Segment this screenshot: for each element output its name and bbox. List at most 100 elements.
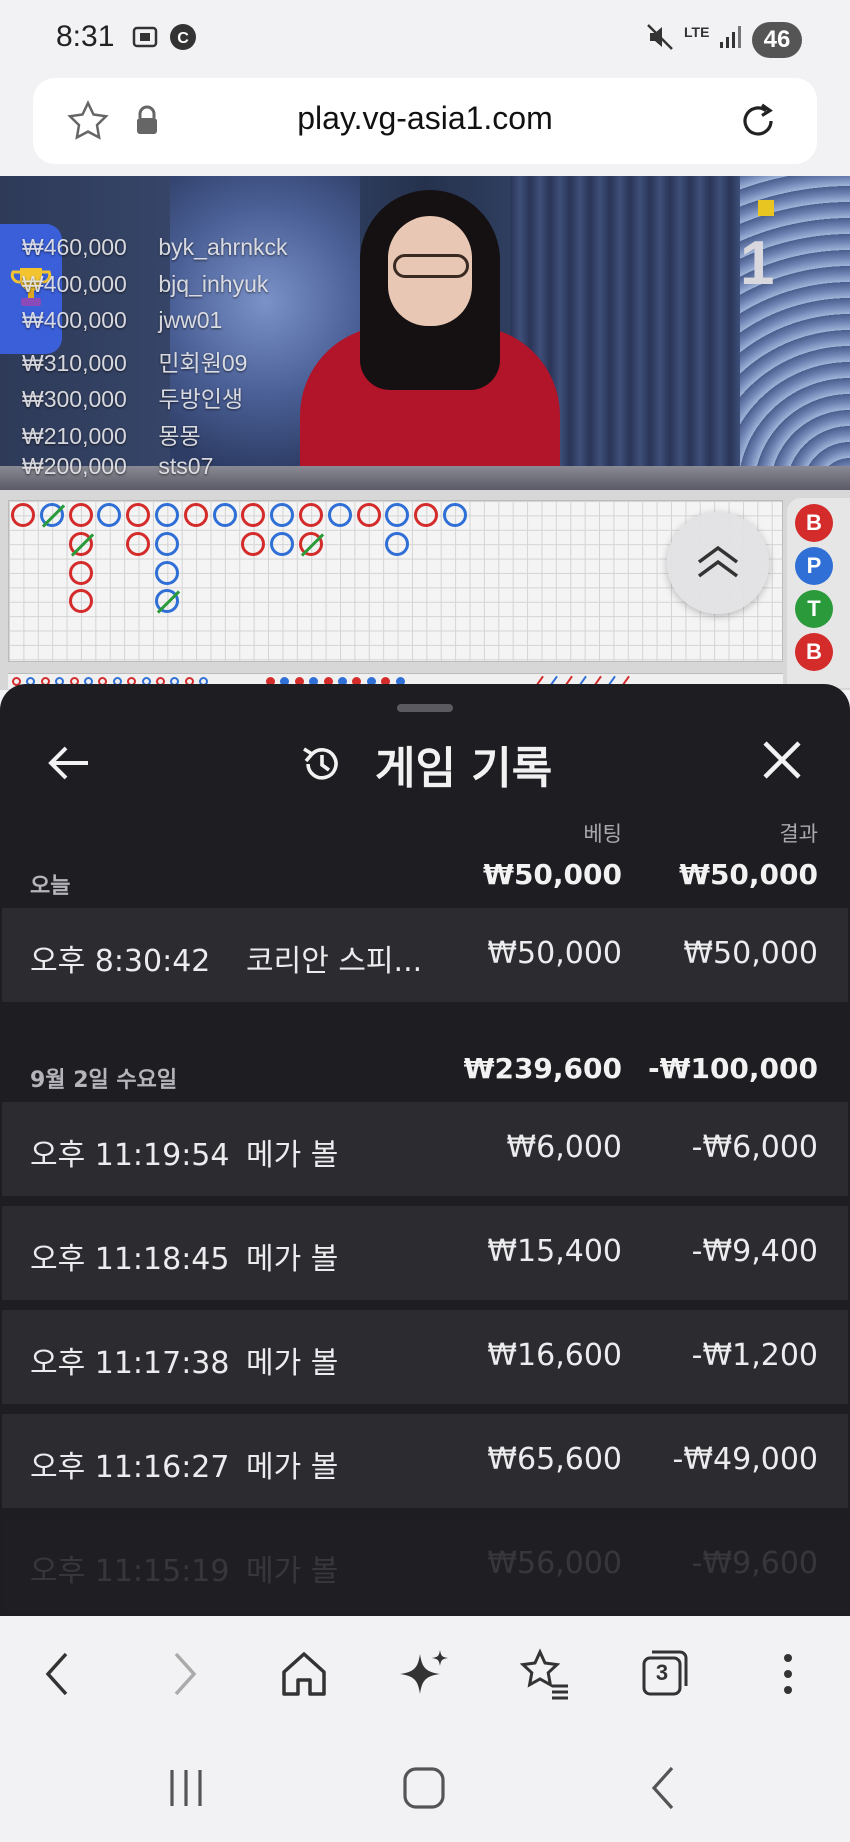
column-header-result: 결과	[779, 822, 818, 846]
row-result: -₩9,400	[691, 1234, 818, 1269]
group-result-total: ₩50,000	[679, 858, 818, 891]
winner-amount: ₩300,000	[22, 386, 127, 412]
player-bead	[155, 531, 179, 556]
history-row[interactable]: 오후 11:16:27 메가 볼 ₩65,600 -₩49,000	[2, 1414, 848, 1508]
row-time: 오후 11:16:27	[30, 1450, 230, 1485]
history-row[interactable]: 오후 8:30:42 코리안 스피... ₩50,000 ₩50,000	[2, 908, 848, 1002]
banker-bead	[68, 560, 93, 585]
banker-bead	[126, 503, 151, 527]
winner-amount: ₩200,000	[22, 453, 127, 479]
home-icon[interactable]	[276, 1646, 332, 1702]
row-time: 오후 11:17:38	[30, 1346, 230, 1381]
system-navigation-bar	[0, 1734, 850, 1842]
winner-amount: ₩460,000	[22, 234, 127, 260]
banker-bead	[126, 531, 151, 556]
row-result: -₩6,000	[691, 1130, 818, 1165]
row-game: 메가 볼	[246, 1138, 339, 1173]
row-bet: ₩15,400	[487, 1234, 622, 1269]
group-bet-total: ₩239,600	[463, 1052, 622, 1085]
winner-user: jww01	[158, 307, 223, 333]
back-nav-icon[interactable]	[636, 1760, 692, 1816]
row-result: ₩50,000	[683, 936, 818, 971]
row-game: 메가 볼	[246, 1242, 339, 1277]
winner-user: 민회원09	[158, 349, 248, 376]
history-row[interactable]: 오후 11:18:45 메가 볼 ₩15,400 -₩9,400	[2, 1206, 848, 1300]
mute-icon	[647, 24, 673, 50]
address-bar[interactable]: play.vg-asia1.com	[33, 78, 817, 164]
date-group-header: 9월 2일 수요일 ₩239,600 -₩100,000	[0, 1044, 850, 1100]
history-row[interactable]: 오후 11:17:38 메가 볼 ₩16,600 -₩1,200	[2, 1310, 848, 1404]
column-header-bet: 베팅	[583, 822, 622, 846]
sheet-title-text: 게임 기록	[375, 743, 553, 794]
banker-chip: B	[795, 504, 833, 542]
banker-chip: B	[795, 633, 833, 671]
row-bet: ₩65,600	[487, 1442, 622, 1477]
group-bet-total: ₩50,000	[483, 858, 622, 891]
svg-text:C: C	[177, 30, 189, 47]
recent-apps-icon[interactable]	[158, 1760, 214, 1816]
history-row[interactable]: 오후 11:15:19 메가 볼 ₩56,000 -₩9,600	[2, 1518, 848, 1612]
row-bet: ₩56,000	[487, 1546, 622, 1581]
network-type: LTE	[684, 24, 710, 40]
bet-history-chips: B P T B	[787, 498, 850, 688]
player-bead	[443, 503, 467, 527]
row-bet: ₩6,000	[506, 1130, 622, 1165]
game-history-sheet: 게임 기록 베팅 결과 오늘 ₩50,000 ₩50,000 오후 8:30:4…	[0, 684, 850, 1616]
big-road-grid	[8, 500, 783, 662]
winner-row: ₩460,000 byk_ahrnkck	[22, 234, 288, 271]
row-time: 오후 11:15:19	[30, 1554, 230, 1589]
date-label: 오늘	[30, 874, 71, 899]
winner-user: bjq_inhyuk	[158, 270, 269, 297]
banker-bead	[68, 589, 93, 614]
winner-row: ₩200,000 sts07	[22, 453, 288, 490]
collapse-roadmap-button[interactable]	[667, 512, 769, 614]
player-bead	[155, 560, 179, 585]
row-game: 메가 볼	[246, 1554, 339, 1589]
forward-icon[interactable]	[156, 1646, 212, 1702]
player-bead	[270, 503, 295, 527]
player-chip: P	[795, 547, 833, 585]
battery-indicator: 46	[752, 22, 802, 58]
close-icon[interactable]	[756, 734, 808, 786]
winner-row: ₩210,000 몽몽	[22, 417, 288, 454]
winners-list: ₩460,000 byk_ahrnkck ₩400,000 bjq_inhyuk…	[22, 234, 288, 490]
double-chevron-up-icon	[697, 545, 739, 578]
history-icon	[302, 747, 338, 780]
sheet-title: 게임 기록	[0, 732, 850, 796]
bookmarks-icon[interactable]	[516, 1646, 572, 1702]
group-result-total: -₩100,000	[647, 1052, 818, 1085]
row-bet: ₩16,600	[487, 1338, 622, 1373]
winner-user: 두방인생	[158, 386, 244, 412]
player-bead	[385, 531, 410, 556]
winner-row: ₩400,000 jww01	[22, 307, 288, 344]
player-bead	[385, 503, 410, 527]
row-time: 오후 11:19:54	[30, 1138, 230, 1173]
c-app-icon: C	[170, 24, 196, 50]
back-icon[interactable]	[30, 1646, 86, 1702]
screenshot-icon	[132, 26, 158, 48]
sheet-drag-handle[interactable]	[397, 704, 453, 712]
more-menu-icon[interactable]	[760, 1646, 816, 1702]
round-flag-icon	[758, 200, 774, 216]
winner-row: ₩400,000 bjq_inhyuk	[22, 271, 288, 308]
row-result: -₩49,000	[672, 1442, 818, 1477]
url-text[interactable]: play.vg-asia1.com	[33, 100, 817, 137]
player-bead	[327, 503, 352, 527]
winner-amount: ₩310,000	[22, 349, 127, 376]
tabs-button[interactable]: 3	[636, 1646, 692, 1702]
banker-bead	[241, 503, 266, 527]
winner-row: ₩310,000 민회원09	[22, 344, 288, 381]
row-bet: ₩50,000	[487, 936, 622, 971]
player-bead	[97, 503, 122, 527]
winner-row: ₩300,000 두방인생	[22, 380, 288, 417]
sparkle-ai-icon[interactable]	[396, 1646, 452, 1702]
banker-bead	[414, 503, 439, 527]
date-label: 9월 2일 수요일	[30, 1068, 178, 1093]
winner-amount: ₩210,000	[22, 422, 127, 449]
history-row[interactable]: 오후 11:19:54 메가 볼 ₩6,000 -₩6,000	[2, 1102, 848, 1196]
row-result: -₩9,600	[691, 1546, 818, 1581]
banker-bead	[68, 503, 93, 527]
home-nav-icon[interactable]	[396, 1760, 452, 1816]
banker-bead	[356, 503, 381, 527]
reload-icon[interactable]	[735, 98, 781, 144]
